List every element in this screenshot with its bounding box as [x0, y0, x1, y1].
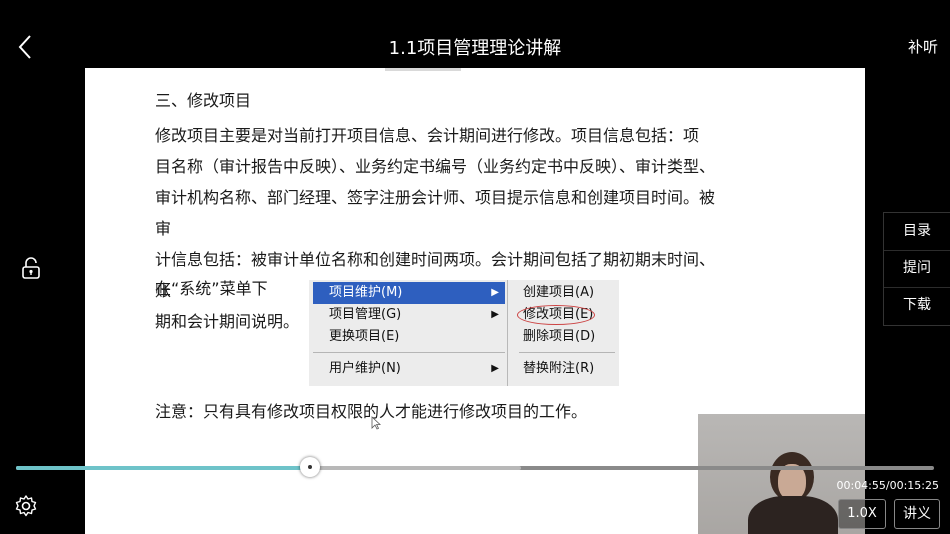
- previous-button[interactable]: [410, 489, 440, 519]
- submenu-arrow-icon: ▶: [491, 309, 499, 320]
- slide-paragraph-line: 目名称（审计报告中反映）、业务约定书编号（业务约定书中反映）、审计类型、: [155, 157, 716, 176]
- ask-question-button[interactable]: 提问: [884, 250, 950, 288]
- gear-icon: [15, 495, 37, 517]
- playback-speed-button[interactable]: 1.0X: [838, 499, 886, 529]
- menu-item-label: 更换项目(E): [329, 329, 400, 344]
- submenu-arrow-icon: ▶: [491, 363, 499, 374]
- submenu-item-replace-note: 替换附注(R): [523, 361, 595, 376]
- download-button[interactable]: 下载: [884, 287, 950, 324]
- menu-separator: [519, 352, 615, 353]
- submenu-arrow-icon: ▶: [491, 287, 499, 298]
- skip-next-icon: [521, 498, 532, 509]
- slide-handle: [385, 68, 461, 71]
- menu-item-label: 项目管理(G): [329, 307, 402, 322]
- slide-paragraph-line: 审计机构名称、部门经理、签字注册会计师、项目提示信息和创建项目时间。被审: [155, 188, 716, 238]
- progress-fill: [16, 466, 310, 470]
- menu-separator: [313, 352, 505, 353]
- unlock-icon: [22, 257, 40, 279]
- menu-item-change-project: 更换项目(E): [313, 326, 505, 348]
- submenu-item-modify: 修改项目(E): [517, 304, 595, 326]
- submenu-item-create: 创建项目(A): [523, 285, 595, 300]
- mouse-cursor-icon: [371, 416, 381, 430]
- system-menu-caption: 在“系统”菜单下: [155, 279, 268, 298]
- home-indicator: [353, 517, 597, 522]
- menu-item-project-management: 项目管理(G) ▶: [313, 304, 505, 326]
- highlight-oval: [517, 305, 595, 325]
- time-display: 00:04:55/00:15:25: [836, 479, 939, 492]
- settings-button[interactable]: [14, 494, 38, 518]
- menu-left-column: 项目维护(M) ▶ 项目管理(G) ▶ 更换项目(E) 用户维护(N) ▶: [309, 280, 508, 386]
- screen-lock-button[interactable]: [21, 256, 41, 280]
- skip-previous-icon: [419, 498, 430, 509]
- pause-button[interactable]: [457, 485, 493, 521]
- slide-heading: 三、修改项目: [155, 91, 252, 110]
- top-bar: 1.1项目管理理论讲解 补听: [0, 0, 950, 68]
- menu-item-label: 项目维护(M): [329, 285, 403, 300]
- menu-item-project-maintenance: 项目维护(M) ▶: [313, 282, 505, 304]
- menu-item-label: 用户维护(N): [329, 361, 401, 376]
- instructor-body: [748, 496, 838, 534]
- progress-track[interactable]: [16, 466, 934, 470]
- next-button[interactable]: [512, 489, 542, 519]
- lecture-notes-button[interactable]: 讲义: [894, 499, 940, 529]
- menu-screenshot: 项目维护(M) ▶ 项目管理(G) ▶ 更换项目(E) 用户维护(N) ▶ 创建…: [309, 280, 619, 386]
- video-title: 1.1项目管理理论讲解: [388, 38, 562, 59]
- make-up-listen-button[interactable]: 补听: [908, 36, 938, 57]
- menu-item-user-maintenance: 用户维护(N) ▶: [313, 358, 505, 380]
- catalog-button[interactable]: 目录: [884, 213, 950, 251]
- progress-thumb[interactable]: [299, 457, 320, 477]
- pause-icon: [470, 496, 479, 509]
- slide-paragraph-line: 修改项目主要是对当前打开项目信息、会计期间进行修改。项目信息包括：项: [155, 126, 700, 145]
- side-panel: 目录 提问 下载: [883, 212, 950, 326]
- menu-right-column: 创建项目(A) 修改项目(E) 删除项目(D) 替换附注(R): [515, 280, 619, 386]
- submenu-item-delete: 删除项目(D): [523, 329, 596, 344]
